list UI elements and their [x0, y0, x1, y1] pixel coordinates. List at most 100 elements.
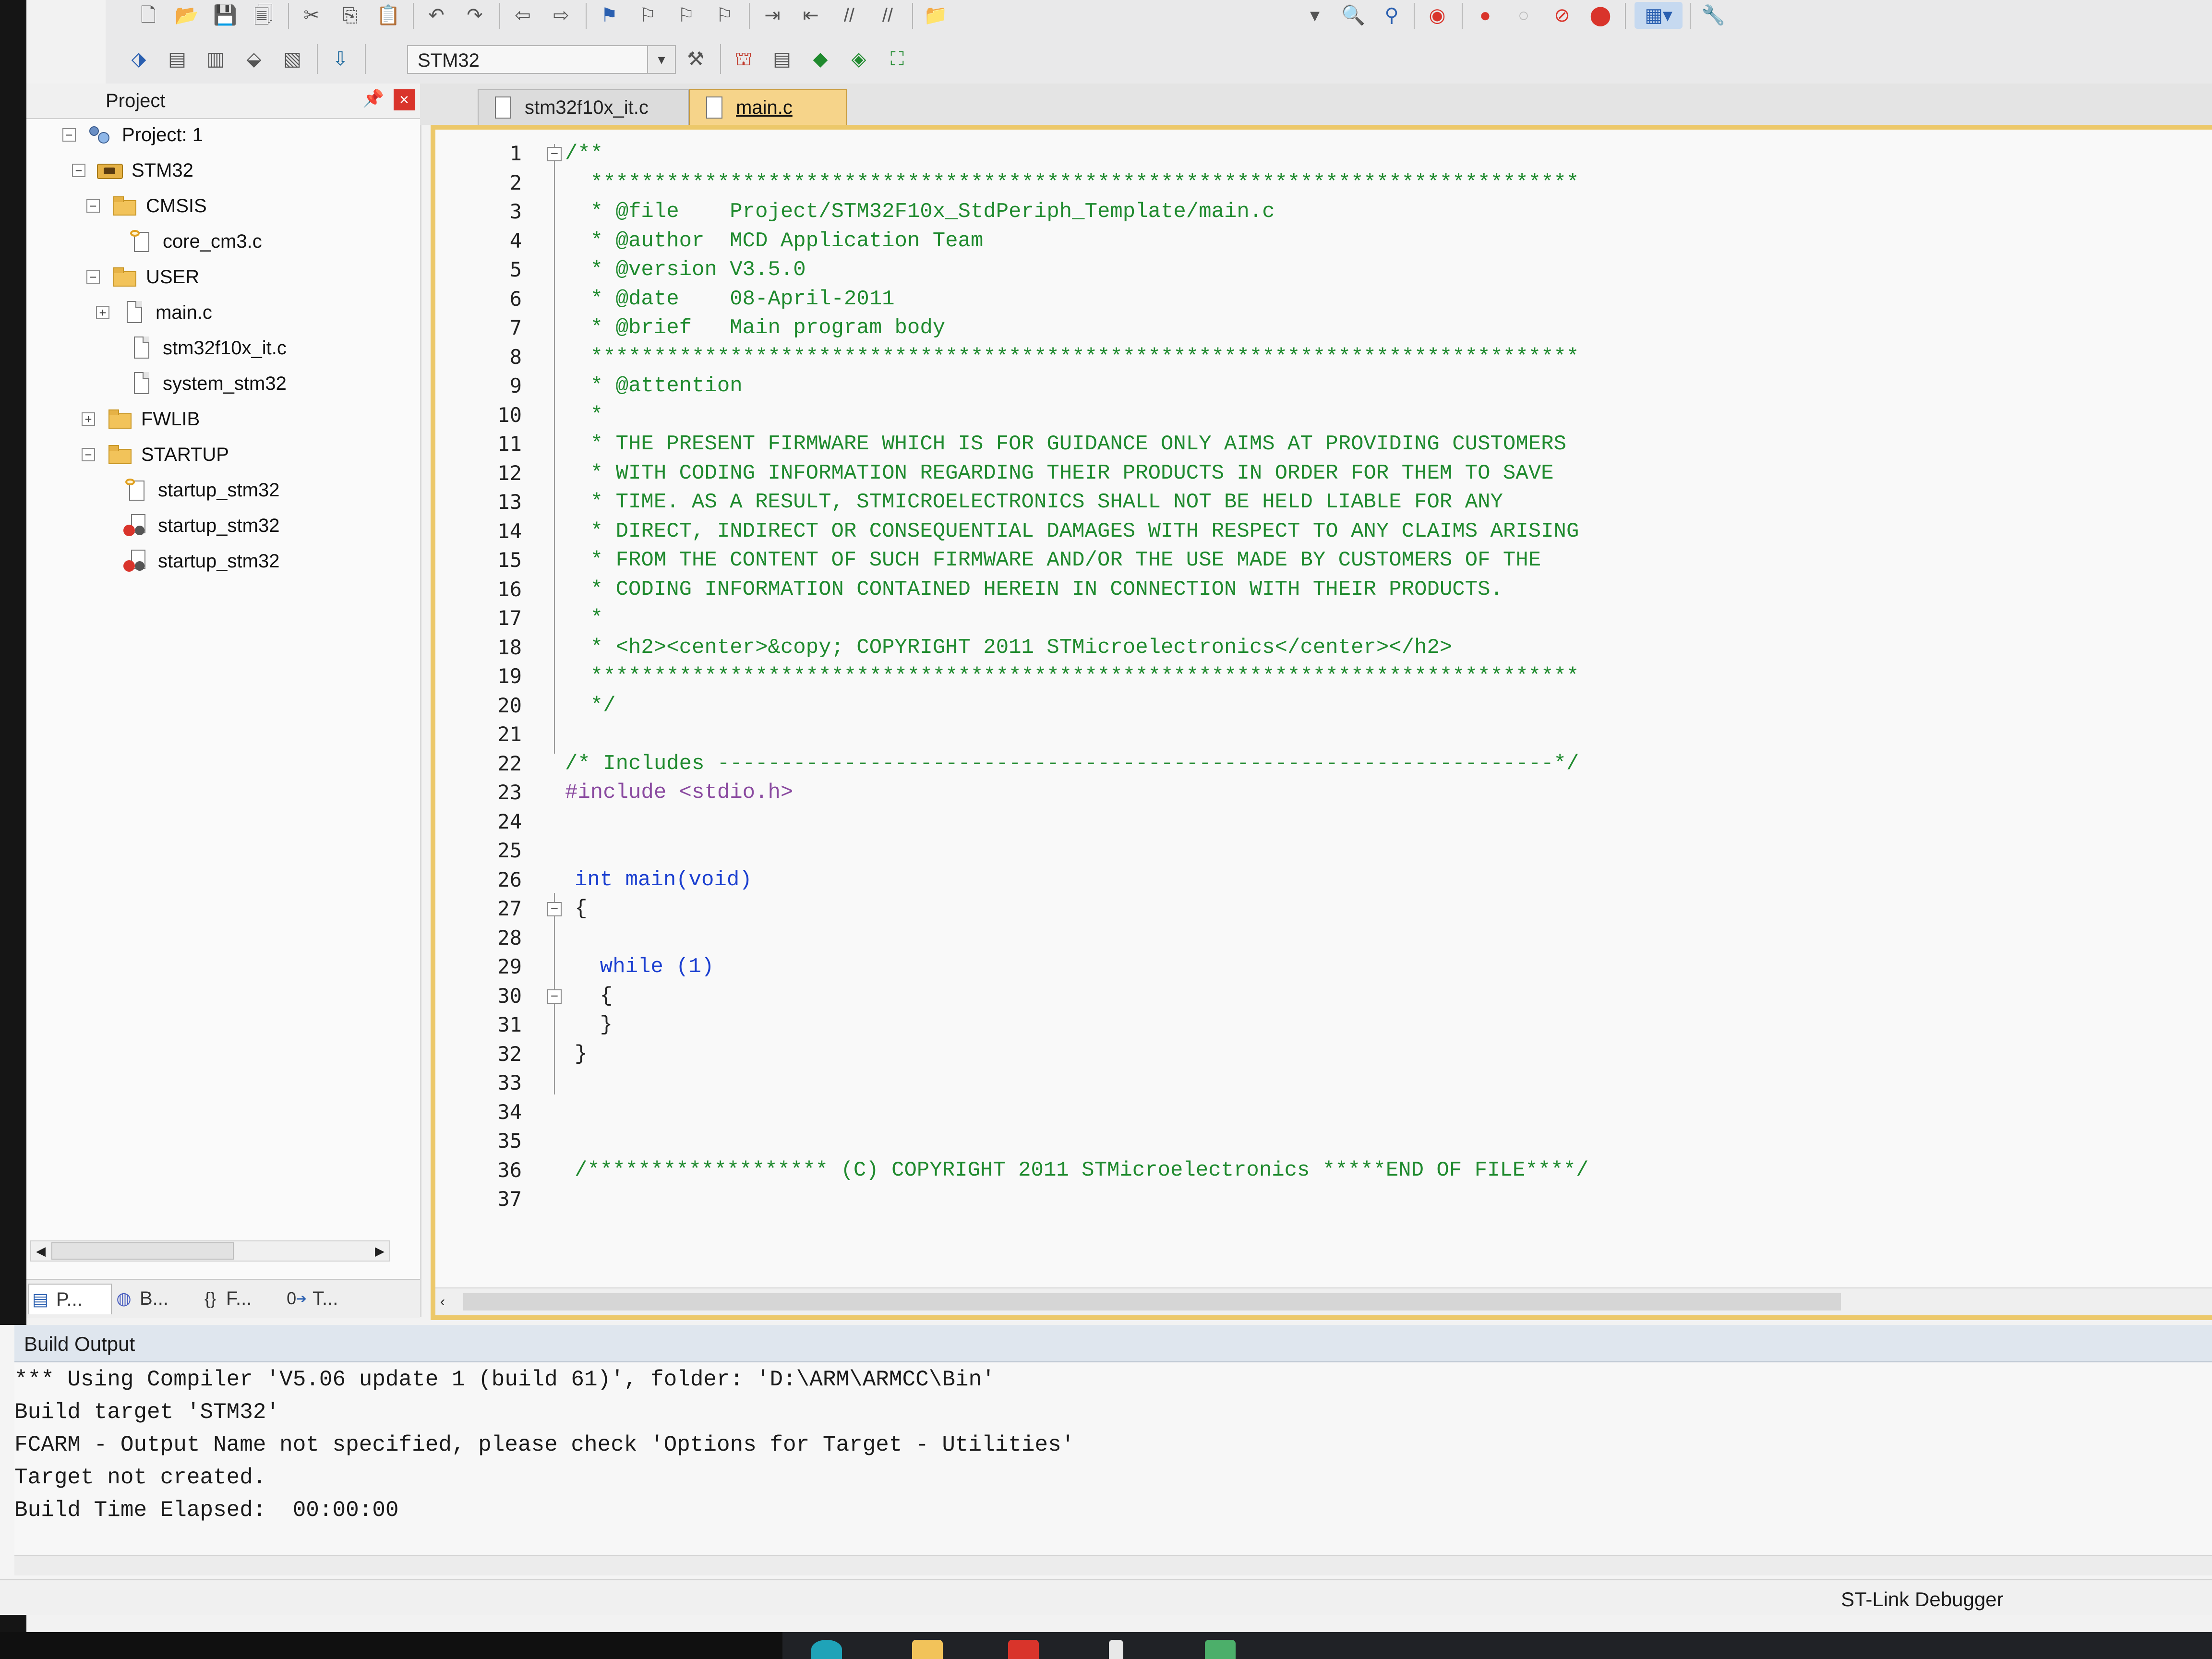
- translate-icon[interactable]: ⬗: [125, 45, 153, 73]
- tree-item[interactable]: − STARTUP: [82, 438, 229, 471]
- manage-run-time-environment-icon[interactable]: ◆: [806, 45, 834, 73]
- tree-item[interactable]: − CMSIS: [86, 189, 207, 223]
- bookmark-icon[interactable]: ⚑: [595, 2, 623, 29]
- app-taskbar-icon[interactable]: [1008, 1640, 1039, 1659]
- close-icon[interactable]: ×: [394, 89, 415, 110]
- configure-icon[interactable]: 🔧: [1699, 2, 1727, 29]
- tab-books[interactable]: ◍ B...: [113, 1284, 194, 1313]
- select-target-dropdown[interactable]: STM32 ▾: [407, 45, 676, 74]
- collapse-icon[interactable]: −: [62, 128, 76, 142]
- expand-icon[interactable]: +: [96, 306, 109, 319]
- tab-project[interactable]: ▤ P...: [28, 1284, 112, 1314]
- tree-item[interactable]: startup_stm32: [98, 509, 279, 542]
- code-line: 1 −/**: [435, 139, 2164, 168]
- fold-toggle-icon[interactable]: −: [547, 902, 562, 916]
- save-icon[interactable]: 💾: [211, 2, 239, 29]
- tree-item[interactable]: + main.c: [96, 296, 212, 329]
- keil-taskbar-icon[interactable]: [1205, 1640, 1236, 1659]
- open-file-icon[interactable]: 📂: [173, 2, 201, 29]
- collapse-icon[interactable]: −: [86, 199, 100, 213]
- tab-functions[interactable]: {} F...: [199, 1284, 281, 1313]
- fold-toggle-icon[interactable]: −: [547, 989, 562, 1004]
- code-line: 35: [435, 1127, 2164, 1155]
- event-recorder-icon[interactable]: ⛶: [883, 45, 911, 73]
- code-editor[interactable]: 1−/** 2 *********************************…: [435, 130, 2212, 1288]
- manage-project-items-icon[interactable]: ⛫: [730, 45, 757, 73]
- tool-taskbar-icon[interactable]: [1109, 1640, 1123, 1659]
- navigate-forward-icon[interactable]: ⇨: [547, 2, 575, 29]
- tree-item[interactable]: stm32f10x_it.c: [103, 331, 287, 365]
- project-horizontal-scrollbar[interactable]: ◀ ▶: [30, 1240, 390, 1262]
- editor-horizontal-scrollbar[interactable]: ‹: [435, 1287, 2212, 1315]
- line-number: 23: [497, 781, 522, 804]
- pack-installer-icon[interactable]: ◈: [845, 45, 873, 73]
- tab-main-c[interactable]: main.c: [689, 89, 847, 125]
- build-output-scrollbar[interactable]: [14, 1555, 2212, 1575]
- paste-icon[interactable]: 📋: [374, 2, 402, 29]
- tab-stm32f10x-it[interactable]: stm32f10x_it.c: [478, 89, 689, 125]
- build-output-text[interactable]: *** Using Compiler 'V5.06 update 1 (buil…: [14, 1363, 2212, 1565]
- build-icon[interactable]: ▤: [163, 45, 191, 73]
- undo-icon[interactable]: ↶: [422, 2, 450, 29]
- unindent-icon[interactable]: ⇤: [797, 2, 825, 29]
- target-options-icon[interactable]: ⚒: [682, 45, 709, 73]
- expand-icon[interactable]: +: [82, 412, 95, 426]
- scroll-right-arrow-icon[interactable]: ▶: [370, 1241, 389, 1261]
- pin-icon[interactable]: 📌: [362, 88, 384, 108]
- rebuild-icon[interactable]: ▥: [202, 45, 229, 73]
- scroll-left-arrow-icon[interactable]: ◀: [31, 1241, 50, 1261]
- code-line: 13 * TIME. AS A RESULT, STMICROELECTRONI…: [435, 488, 2164, 517]
- file-explorer-taskbar-icon[interactable]: [912, 1640, 943, 1659]
- insert-breakpoint-icon[interactable]: ●: [1471, 2, 1499, 29]
- find-icon[interactable]: 🔍: [1339, 2, 1367, 29]
- tree-item[interactable]: + FWLIB: [82, 402, 200, 436]
- navigate-back-icon[interactable]: ⇦: [509, 2, 537, 29]
- tree-item[interactable]: − USER: [86, 260, 199, 294]
- enable-breakpoint-icon[interactable]: ○: [1510, 2, 1538, 29]
- collapse-icon[interactable]: −: [86, 270, 100, 284]
- tab-templates[interactable]: 0 ➔ T...: [286, 1284, 367, 1313]
- window-layout-icon[interactable]: ▦▾: [1635, 2, 1683, 29]
- clear-bookmarks-icon[interactable]: ⚐: [710, 2, 738, 29]
- copy-icon[interactable]: ⎘: [336, 2, 364, 29]
- tree-item[interactable]: core_cm3.c: [103, 225, 262, 258]
- comment-icon[interactable]: //: [835, 2, 863, 29]
- batch-build-icon[interactable]: ⬙: [240, 45, 268, 73]
- fold-toggle-icon[interactable]: −: [547, 147, 562, 161]
- find-in-files-icon[interactable]: 📁: [922, 2, 950, 29]
- select-packs-icon[interactable]: ▤: [768, 45, 796, 73]
- code-text: * <h2><center>&copy; COPYRIGHT 2011 STMi…: [565, 635, 1453, 660]
- prev-bookmark-icon[interactable]: ⚐: [634, 2, 661, 29]
- new-file-icon[interactable]: 🗋: [134, 2, 162, 29]
- tree-item[interactable]: − Project: 1: [62, 118, 203, 152]
- indent-icon[interactable]: ⇥: [758, 2, 786, 29]
- next-bookmark-icon[interactable]: ⚐: [672, 2, 700, 29]
- collapse-icon[interactable]: −: [72, 164, 85, 177]
- browser-taskbar-icon[interactable]: [811, 1640, 842, 1659]
- download-icon[interactable]: ⇩: [326, 45, 354, 73]
- scrollbar-thumb[interactable]: [51, 1242, 234, 1260]
- stop-build-icon[interactable]: ▧: [278, 45, 306, 73]
- tree-item[interactable]: − STM32: [72, 154, 193, 187]
- uncomment-icon[interactable]: //: [874, 2, 902, 29]
- collapse-icon[interactable]: −: [82, 448, 95, 461]
- functions-tab-icon: {}: [204, 1288, 216, 1308]
- kill-breakpoints-icon[interactable]: ⬤: [1587, 2, 1614, 29]
- tree-item[interactable]: startup_stm32: [98, 473, 279, 507]
- tree-item[interactable]: startup_stm32: [98, 544, 279, 578]
- dropdown-arrow-icon[interactable]: ▾: [1301, 2, 1329, 29]
- disable-breakpoints-icon[interactable]: ⊘: [1548, 2, 1576, 29]
- tree-item[interactable]: system_stm32: [103, 367, 287, 400]
- cut-icon[interactable]: ✂: [298, 2, 325, 29]
- redo-icon[interactable]: ↷: [461, 2, 489, 29]
- save-all-icon[interactable]: 🗐: [250, 2, 277, 29]
- toolbar-separator: [749, 3, 750, 29]
- scrollbar-thumb[interactable]: [463, 1293, 1841, 1310]
- incremental-find-icon[interactable]: ⚲: [1378, 2, 1406, 29]
- debug-session-icon[interactable]: ◉: [1423, 2, 1451, 29]
- line-number: 13: [497, 490, 522, 514]
- tree-item-label: core_cm3.c: [163, 230, 262, 252]
- code-line: 28: [435, 924, 2164, 952]
- scroll-left-arrow-icon[interactable]: ‹: [440, 1288, 459, 1315]
- chevron-down-icon[interactable]: ▾: [647, 46, 675, 73]
